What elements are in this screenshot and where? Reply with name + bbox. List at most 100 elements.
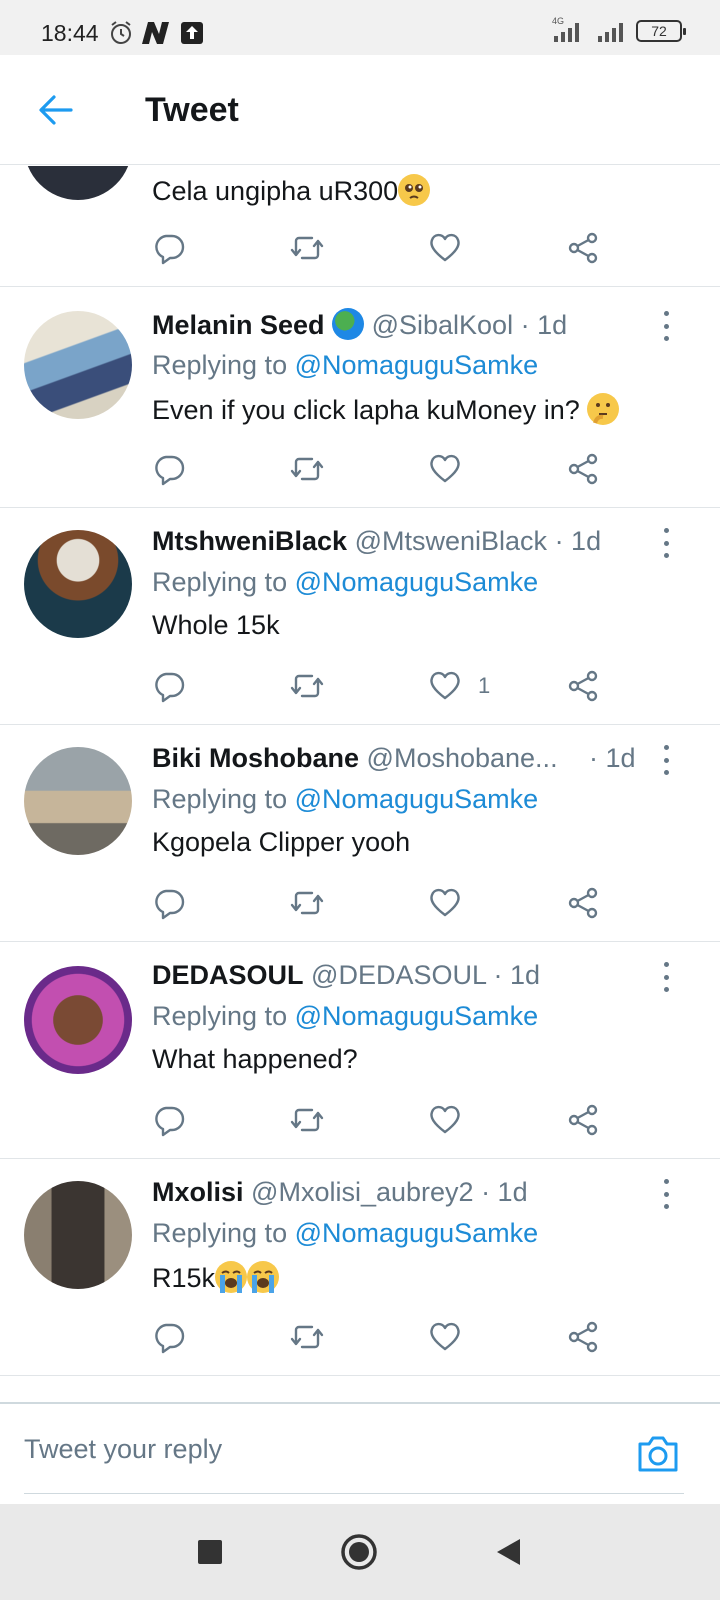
recents-square-icon — [198, 1540, 222, 1564]
camera-icon[interactable] — [636, 1432, 680, 1476]
retweet-icon — [290, 231, 324, 265]
tweet-item[interactable]: DEDASOUL @DEDASOUL · 1d Replying to @Nom… — [0, 942, 720, 1159]
more-menu-icon[interactable] — [656, 1179, 676, 1209]
like-button[interactable] — [428, 228, 478, 268]
retweet-button[interactable] — [290, 1317, 324, 1357]
recents-button[interactable] — [190, 1532, 230, 1572]
tweet-actions: 1 — [152, 666, 632, 706]
tweet-text: R15k — [152, 1261, 280, 1294]
share-button[interactable] — [566, 228, 600, 268]
loudly-crying-face-emoji — [247, 1261, 280, 1293]
reply-icon — [152, 452, 186, 486]
signal-icon — [598, 23, 623, 42]
upload-icon — [181, 22, 203, 44]
reply-feed[interactable]: Cela ungipha uR300 Melanin Seed @SibalKo… — [0, 166, 720, 1402]
globe-emoji — [332, 308, 365, 340]
share-button[interactable] — [566, 883, 600, 923]
retweet-icon — [290, 1103, 324, 1137]
reply-button[interactable] — [152, 883, 186, 923]
battery-icon: 72 — [636, 20, 686, 42]
tweet-header: Biki Moshobane @Moshobane... · 1d — [152, 743, 636, 774]
like-button[interactable]: 1 — [428, 666, 490, 706]
handle[interactable]: @MtsweniBlack — [355, 526, 547, 556]
signal-icon: 4G — [550, 16, 586, 44]
reply-button[interactable] — [152, 666, 186, 706]
mention-link[interactable]: @NomaguguSamke — [295, 567, 539, 597]
timestamp: · 1d — [493, 960, 541, 990]
timestamp: · 1d — [589, 743, 636, 773]
reply-button[interactable] — [152, 228, 186, 268]
like-button[interactable] — [428, 883, 478, 923]
home-circle-icon — [341, 1534, 377, 1570]
like-icon — [428, 1320, 462, 1354]
tweet-item[interactable]: MtshweniBlack @MtsweniBlack · 1d Replyin… — [0, 508, 720, 725]
retweet-button[interactable] — [290, 449, 324, 489]
mention-link[interactable]: @NomaguguSamke — [295, 350, 539, 380]
tweet-item[interactable]: Melanin Seed @SibalKool · 1d Replying to… — [0, 287, 720, 508]
handle[interactable]: @SibalKool — [372, 310, 514, 340]
app-header: Tweet — [0, 55, 720, 165]
retweet-button[interactable] — [290, 228, 324, 268]
share-button[interactable] — [566, 449, 600, 489]
retweet-icon — [290, 669, 324, 703]
tweet-actions — [152, 449, 632, 489]
avatar[interactable] — [24, 166, 132, 200]
system-nav-bar — [0, 1504, 720, 1600]
back-nav-button[interactable] — [488, 1532, 528, 1572]
avatar[interactable] — [24, 1181, 132, 1289]
avatar[interactable] — [24, 966, 132, 1074]
tweet-item[interactable]: Cela ungipha uR300 — [0, 166, 720, 287]
reply-button[interactable] — [152, 449, 186, 489]
tweet-item[interactable]: Biki Moshobane @Moshobane... · 1d Replyi… — [0, 725, 720, 942]
retweet-button[interactable] — [290, 1100, 324, 1140]
like-button[interactable] — [428, 1100, 478, 1140]
display-name[interactable]: Mxolisi — [152, 1177, 244, 1207]
avatar[interactable] — [24, 747, 132, 855]
replying-to: Replying to @NomaguguSamke — [152, 350, 539, 380]
avatar[interactable] — [24, 311, 132, 419]
like-count: 1 — [478, 673, 491, 698]
retweet-button[interactable] — [290, 666, 324, 706]
alarm-icon — [111, 21, 131, 44]
tweet-item[interactable]: Mxolisi @Mxolisi_aubrey2 · 1d Replying t… — [0, 1159, 720, 1376]
handle[interactable]: @DEDASOUL — [311, 960, 486, 990]
display-name[interactable]: DEDASOUL — [152, 960, 304, 990]
share-button[interactable] — [566, 1317, 600, 1357]
back-triangle-icon — [497, 1539, 520, 1565]
retweet-button[interactable] — [290, 883, 324, 923]
share-button[interactable] — [566, 666, 600, 706]
like-button[interactable] — [428, 449, 478, 489]
more-menu-icon[interactable] — [656, 528, 676, 558]
reply-icon — [152, 1103, 186, 1137]
back-button[interactable] — [30, 85, 80, 135]
tweet-header: Mxolisi @Mxolisi_aubrey2 · 1d — [152, 1177, 528, 1208]
tweet-text: Kgopela Clipper yooh — [152, 827, 411, 857]
more-menu-icon[interactable] — [656, 962, 676, 992]
display-name[interactable]: MtshweniBlack — [152, 526, 347, 556]
reply-button[interactable] — [152, 1317, 186, 1357]
n-app-icon — [142, 22, 169, 44]
more-menu-icon[interactable] — [656, 745, 676, 775]
reply-button[interactable] — [152, 1100, 186, 1140]
reply-input[interactable]: Tweet your reply — [24, 1434, 222, 1465]
like-button[interactable] — [428, 1317, 478, 1357]
mention-link[interactable]: @NomaguguSamke — [295, 1001, 539, 1031]
share-icon — [566, 886, 600, 920]
mention-link[interactable]: @NomaguguSamke — [295, 1218, 539, 1248]
network-type: 4G — [552, 16, 565, 26]
handle[interactable]: @Mxolisi_aubrey2 — [251, 1177, 474, 1207]
more-menu-icon[interactable] — [656, 311, 676, 341]
thinking-face-emoji — [587, 393, 620, 425]
like-icon — [428, 886, 462, 920]
display-name[interactable]: Melanin Seed — [152, 310, 325, 340]
retweet-icon — [290, 1320, 324, 1354]
mention-link[interactable]: @NomaguguSamke — [295, 784, 539, 814]
reply-icon — [152, 886, 186, 920]
handle[interactable]: @Moshobane... — [367, 743, 558, 773]
avatar[interactable] — [24, 530, 132, 638]
like-icon — [428, 669, 462, 703]
home-button[interactable] — [339, 1532, 379, 1572]
tweet-text: Even if you click lapha kuMoney in? — [152, 393, 620, 426]
share-button[interactable] — [566, 1100, 600, 1140]
display-name[interactable]: Biki Moshobane — [152, 743, 359, 773]
